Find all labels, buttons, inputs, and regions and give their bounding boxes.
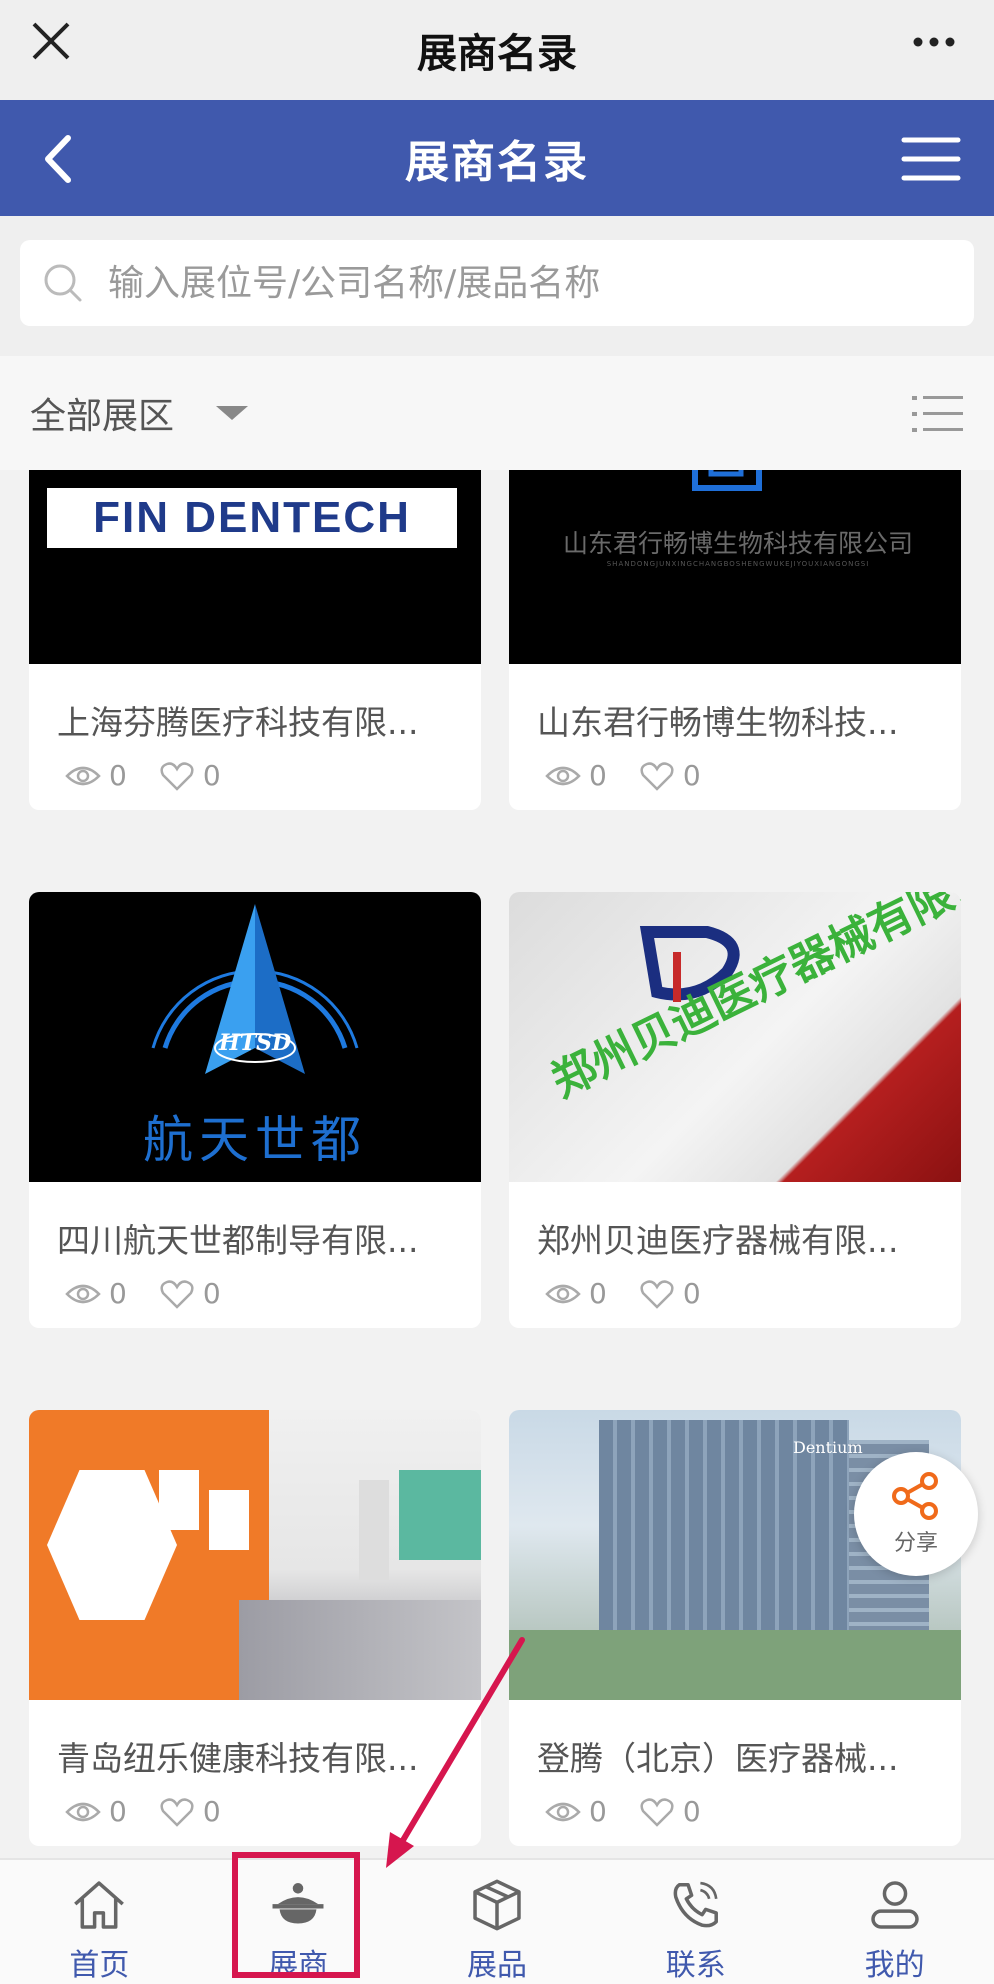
eye-icon (65, 766, 101, 785)
search-area (0, 216, 994, 356)
tab-home[interactable]: 首页 (0, 1860, 199, 1984)
eye-icon (65, 1802, 101, 1821)
eye-icon (65, 1284, 101, 1303)
card-stats: 0 0 (65, 1277, 253, 1310)
eye-icon (545, 1284, 581, 1303)
exhibitor-logo: FIN DENTECH (29, 470, 481, 664)
search-box[interactable] (20, 240, 974, 326)
like-count: 0 (202, 759, 221, 792)
exhibitor-logo: 郑州贝迪医疗器械有限公司 (509, 892, 961, 1182)
list-view-icon[interactable] (912, 392, 964, 436)
heart-icon[interactable] (639, 761, 675, 791)
exhibitor-name: 上海芬腾医疗科技有限... (57, 703, 419, 742)
page-title: 展商名录 (405, 137, 589, 188)
user-icon (870, 1881, 919, 1929)
search-icon (44, 264, 82, 302)
share-label: 分享 (893, 1531, 938, 1556)
logo-text: 航天世都 (143, 1111, 367, 1169)
like-count: 0 (202, 1277, 221, 1310)
view-count: 0 (109, 759, 127, 792)
tab-label: 我的 (864, 1948, 925, 1983)
card-stats: 0 0 (65, 1795, 253, 1828)
heart-icon[interactable] (159, 1279, 195, 1309)
eye-icon (545, 766, 581, 785)
heart-icon[interactable] (159, 761, 195, 791)
home-icon (74, 1881, 125, 1929)
caret-down-icon[interactable] (216, 406, 249, 420)
view-count: 0 (589, 759, 607, 792)
logo-text: Dentium (793, 1438, 863, 1457)
exhibitor-grid: FIN DENTECH 上海芬腾医疗科技有限... 0 0 山东君行畅博生物科技… (0, 470, 994, 1858)
share-button[interactable]: 分享 (854, 1452, 978, 1576)
like-count: 0 (202, 1795, 221, 1828)
share-icon (892, 1472, 938, 1520)
logo-subtext: SHANDONGJUNXINGCHANGBOSHENGWUKEJIYOUXIAN… (606, 560, 870, 568)
hall-filter-dropdown[interactable]: 全部展区 (30, 387, 174, 439)
app-header: 展商名录 (0, 100, 994, 216)
card-stats: 0 0 (545, 1795, 733, 1828)
heart-icon[interactable] (639, 1797, 675, 1827)
exhibitor-name: 郑州贝迪医疗器械有限... (537, 1221, 899, 1260)
tab-label: 展品 (466, 1948, 527, 1983)
exhibitor-logo: HTSD 航天世都 (29, 892, 481, 1182)
exhibitor-card[interactable]: 郑州贝迪医疗器械有限公司 郑州贝迪医疗器械有限... 0 0 (509, 892, 961, 1328)
search-input[interactable] (106, 261, 930, 305)
like-count: 0 (682, 1795, 701, 1828)
tab-mine[interactable]: 我的 (795, 1860, 994, 1984)
hamburger-menu-icon[interactable] (886, 124, 976, 194)
logo-badge: HTSD (218, 1030, 292, 1056)
view-count: 0 (589, 1795, 607, 1828)
card-stats: 0 0 (545, 759, 733, 792)
exhibitor-card[interactable]: HTSD 航天世都 四川航天世都制导有限... 0 0 (29, 892, 481, 1328)
exhibitor-name: 山东君行畅博生物科技... (537, 703, 899, 742)
exhibitor-name: 四川航天世都制导有限... (57, 1221, 419, 1260)
filter-bar: 全部展区 (0, 356, 994, 470)
tab-label: 联系 (665, 1948, 726, 1983)
back-icon[interactable] (18, 124, 98, 194)
exhibitor-photo (29, 1410, 481, 1700)
close-icon[interactable] (22, 12, 82, 72)
heart-icon[interactable] (159, 1797, 195, 1827)
logo-text: 山东君行畅博生物科技有限公司 (562, 529, 913, 558)
brand-mark (692, 470, 762, 491)
exhibitor-logo: 山东君行畅博生物科技有限公司 SHANDONGJUNXINGCHANGBOSHE… (509, 470, 961, 664)
like-count: 0 (682, 1277, 701, 1310)
view-count: 0 (109, 1277, 127, 1310)
tab-contact[interactable]: 联系 (596, 1860, 795, 1984)
wechat-title: 展商名录 (417, 31, 577, 77)
eye-icon (545, 1802, 581, 1821)
box-icon (473, 1879, 521, 1931)
exhibitor-card[interactable]: 山东君行畅博生物科技有限公司 SHANDONGJUNXINGCHANGBOSHE… (509, 470, 961, 810)
bottom-tab-bar: 首页 展商 展品 联系 我的 (0, 1858, 994, 1984)
more-options-icon[interactable] (894, 12, 974, 72)
phone-icon (673, 1881, 718, 1928)
like-count: 0 (682, 759, 701, 792)
exhibitor-name: 青岛纽乐健康科技有限... (57, 1739, 419, 1778)
exhibitor-card[interactable]: 青岛纽乐健康科技有限... 0 0 (29, 1410, 481, 1846)
annotation-highlight-box (232, 1852, 360, 1978)
exhibitor-card[interactable]: FIN DENTECH 上海芬腾医疗科技有限... 0 0 (29, 470, 481, 810)
wechat-nav-bar: 展商名录 (0, 0, 994, 100)
logo-text: FIN DENTECH (93, 493, 411, 542)
rocket-logo-icon (151, 904, 359, 1074)
exhibitor-name: 登腾（北京）医疗器械... (537, 1739, 899, 1778)
view-count: 0 (589, 1277, 607, 1310)
card-stats: 0 0 (65, 759, 253, 792)
heart-icon[interactable] (639, 1279, 675, 1309)
tab-products[interactable]: 展品 (398, 1860, 597, 1984)
card-stats: 0 0 (545, 1277, 733, 1310)
view-count: 0 (109, 1795, 127, 1828)
tab-label: 首页 (69, 1948, 130, 1983)
